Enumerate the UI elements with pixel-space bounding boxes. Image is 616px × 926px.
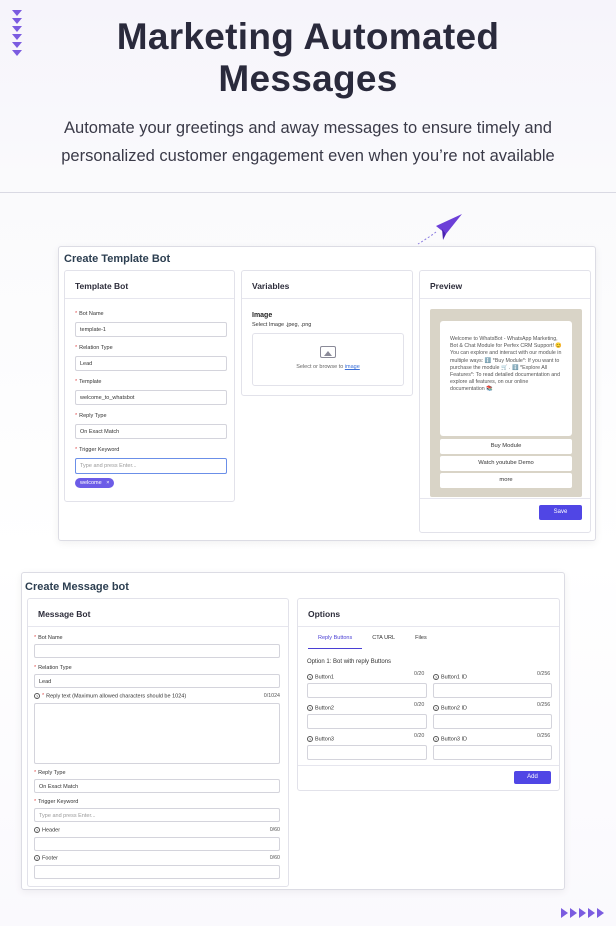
hero-title: Marketing Automated Messages: [0, 16, 616, 100]
hero-subtitle: Automate your greetings and away message…: [61, 119, 555, 165]
mb-reply-type-label: * Reply Type: [34, 770, 66, 776]
mb-trigger-keyword-label: * Trigger Keyword: [34, 799, 79, 805]
options-panel: Options Reply Buttons CTA URL Files Opti…: [297, 598, 560, 791]
button1-id-input[interactable]: [433, 683, 552, 698]
button3-input[interactable]: [307, 745, 427, 760]
mb-relation-type-select[interactable]: Lead: [34, 674, 280, 688]
button2-id-count: 0/256: [537, 702, 551, 708]
save-button[interactable]: Save: [539, 505, 582, 520]
bot-name-input[interactable]: template-1: [75, 322, 227, 337]
template-select[interactable]: welcome_to_whatsbot: [75, 390, 227, 405]
upload-text: Select or browse to image: [296, 364, 360, 370]
trigger-keyword-label: * Trigger Keyword: [75, 447, 120, 453]
bot-name-label: * Bot Name: [75, 311, 104, 317]
tab-cta-url[interactable]: CTA URL: [362, 635, 405, 649]
hero-title-line2: Messages: [218, 58, 398, 99]
preview-panel-heading: Preview: [420, 271, 590, 299]
preview-button-more[interactable]: more: [440, 473, 572, 488]
button3-id-input[interactable]: [433, 745, 552, 760]
button2-count: 0/20: [414, 702, 425, 708]
header-input[interactable]: [34, 837, 280, 851]
help-icon: ?: [34, 827, 40, 833]
message-bot-form-panel: Message Bot * Bot Name * Relation Type Lea…: [27, 598, 289, 887]
footer-count: 0/60: [269, 855, 280, 861]
add-button[interactable]: Add: [514, 771, 551, 784]
message-bubble: Welcome to WhatsBot - WhatsApp Marketing…: [440, 321, 572, 436]
message-bot-card-title: Create Message bot: [25, 581, 129, 593]
preview-button-youtube-demo[interactable]: Watch youtube Demo: [440, 456, 572, 471]
decorative-arrows-icon: [561, 908, 604, 918]
hero-section: Marketing Automated Messages Automate yo…: [0, 16, 616, 170]
reply-text-textarea[interactable]: [34, 703, 280, 764]
hero-title-line1: Marketing Automated: [116, 16, 500, 57]
reply-text-count: 0/1024: [263, 693, 280, 699]
preview-footer: Save: [420, 498, 590, 532]
template-bot-panel-heading: Template Bot: [65, 271, 234, 299]
button1-id-label: ? Button1 ID: [433, 674, 467, 681]
button3-id-count: 0/256: [537, 733, 551, 739]
button2-input[interactable]: [307, 714, 427, 729]
browse-image-link[interactable]: image: [345, 364, 360, 370]
header-label: ? Header: [34, 827, 61, 834]
divider: [0, 192, 616, 193]
footer-input[interactable]: [34, 865, 280, 879]
button3-count: 0/20: [414, 733, 425, 739]
option-title: Option 1: Bot with reply Buttons: [307, 659, 392, 665]
button2-label: ? Button2: [307, 705, 334, 712]
whatsapp-preview: Welcome to WhatsBot - WhatsApp Marketing…: [430, 309, 582, 497]
button1-count: 0/20: [414, 671, 425, 677]
template-bot-card: Create Template Bot Template Bot * Bot Na…: [58, 246, 596, 541]
header-count: 0/60: [269, 827, 280, 833]
image-upload-dropzone[interactable]: Select or browse to image: [252, 333, 404, 386]
message-bot-panel-heading: Message Bot: [28, 599, 288, 627]
button3-label: ? Button3: [307, 736, 334, 743]
options-tabs: Reply Buttons CTA URL Files: [308, 635, 437, 649]
footer-label: ? Footer: [34, 855, 58, 862]
mb-trigger-keyword-input[interactable]: Type and press Enter...: [34, 808, 280, 822]
button2-id-input[interactable]: [433, 714, 552, 729]
options-panel-heading: Options: [298, 599, 559, 627]
template-label: * Template: [75, 379, 102, 385]
tab-reply-buttons[interactable]: Reply Buttons: [308, 635, 363, 649]
mb-relation-type-label: * Relation Type: [34, 665, 72, 671]
button1-input[interactable]: [307, 683, 427, 698]
button3-id-label: ? Button3 ID: [433, 736, 467, 743]
reply-type-label: * Reply Type: [75, 413, 107, 419]
relation-type-label: * Relation Type: [75, 345, 113, 351]
reply-type-select[interactable]: On Exact Match: [75, 424, 227, 439]
help-icon: ?: [34, 693, 40, 699]
button1-label: ? Button1: [307, 674, 334, 681]
tag-remove-icon[interactable]: ×: [106, 480, 109, 486]
mb-bot-name-label: * Bot Name: [34, 635, 63, 641]
trigger-keyword-input[interactable]: Type and press Enter...: [75, 458, 227, 474]
mb-reply-type-select[interactable]: On Exact Match: [34, 779, 280, 793]
options-footer: Add: [298, 765, 559, 790]
image-label: Image: [252, 312, 273, 319]
message-bot-card: Create Message bot Message Bot * Bot Name…: [21, 572, 565, 890]
mb-bot-name-input[interactable]: [34, 644, 280, 658]
relation-type-select[interactable]: Lead: [75, 356, 227, 371]
preview-button-buy-module[interactable]: Buy Module: [440, 439, 572, 454]
template-bot-card-title: Create Template Bot: [64, 253, 171, 265]
variables-panel: Variables Image Select Image .jpeg, .png…: [241, 270, 413, 396]
paper-plane-icon: [417, 214, 462, 245]
reply-text-label: ? * Reply text (Maximum allowed characters…: [34, 693, 187, 700]
help-icon: ?: [34, 855, 40, 861]
keyword-tag-label: welcome: [80, 480, 102, 486]
preview-panel: Preview Welcome to WhatsBot - WhatsApp M…: [419, 270, 591, 533]
keyword-tag[interactable]: welcome ×: [75, 478, 115, 488]
button2-id-label: ? Button2 ID: [433, 705, 467, 712]
tab-files[interactable]: Files: [405, 635, 437, 649]
template-bot-form-panel: Template Bot * Bot Name template-1 * Relat…: [64, 270, 235, 502]
variables-panel-heading: Variables: [242, 271, 412, 299]
button1-id-count: 0/256: [537, 671, 551, 677]
image-hint: Select Image .jpeg, .png: [252, 322, 312, 328]
image-placeholder-icon: [320, 346, 336, 358]
